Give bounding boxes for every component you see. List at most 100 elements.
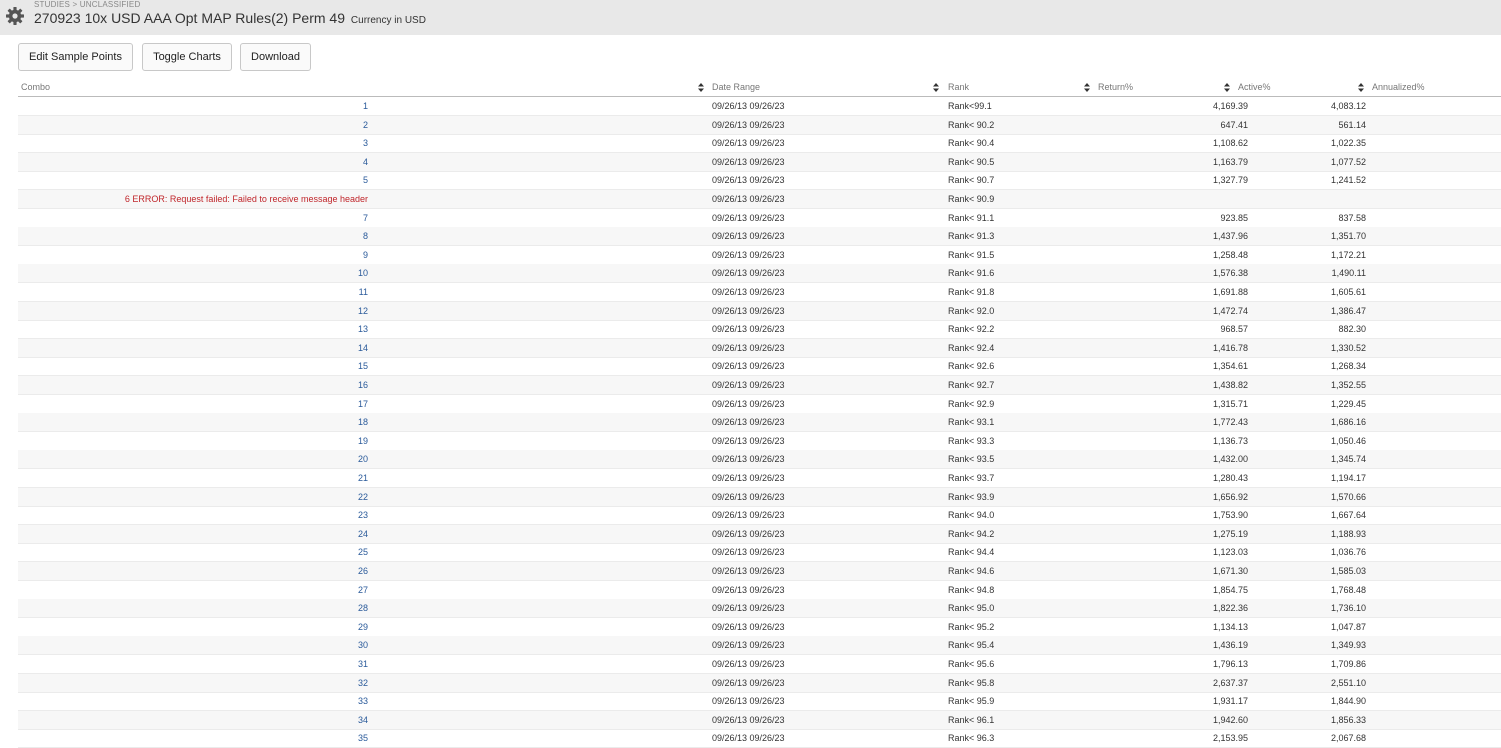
table-row[interactable]: 13 09/26/13 09/26/23 Rank< 92.2 968.57 882.3… — [18, 320, 1501, 340]
sort-icon[interactable] — [1358, 83, 1364, 92]
combo-link[interactable]: 14 — [18, 343, 368, 353]
date-range-cell: 09/26/13 09/26/23 — [712, 268, 785, 279]
combo-link[interactable]: 27 — [18, 585, 368, 595]
sort-icon[interactable] — [1224, 83, 1230, 92]
active-cell: 1,352.55 — [1330, 380, 1366, 390]
combo-link[interactable]: 35 — [18, 733, 368, 743]
combo-link[interactable]: 26 — [18, 566, 368, 576]
return-cell: 2,153.95 — [1212, 733, 1248, 744]
combo-link[interactable]: 15 — [18, 361, 368, 371]
breadcrumb[interactable]: STUDIES > UNCLASSIFIED — [34, 0, 140, 9]
table-row[interactable]: 11 09/26/13 09/26/23 Rank< 91.8 1,691.88 1,6… — [18, 283, 1501, 302]
table-row[interactable]: 35 09/26/13 09/26/23 Rank< 96.3 2,153.95 2,0… — [18, 729, 1501, 748]
column-header-active[interactable]: Active% — [1238, 82, 1271, 92]
column-header-rank[interactable]: Rank — [948, 82, 969, 92]
table-row[interactable]: 16 09/26/13 09/26/23 Rank< 92.7 1,438.82 1,3… — [18, 376, 1501, 395]
combo-link[interactable]: 10 — [18, 268, 368, 278]
table-row[interactable]: 9 09/26/13 09/26/23 Rank< 91.5 1,258.48 1,17… — [18, 246, 1501, 265]
combo-link[interactable]: 33 — [18, 696, 368, 706]
table-row[interactable]: 5 09/26/13 09/26/23 Rank< 90.7 1,327.79 1,24… — [18, 171, 1501, 191]
combo-link[interactable]: 20 — [18, 454, 368, 464]
combo-link[interactable]: 29 — [18, 622, 368, 632]
rank-cell: Rank< 96.3 — [948, 733, 995, 744]
combo-link[interactable]: 22 — [18, 492, 368, 502]
column-header-combo[interactable]: Combo — [21, 82, 50, 92]
combo-link[interactable]: 9 — [18, 250, 368, 260]
column-header-date-range[interactable]: Date Range — [712, 82, 760, 92]
table-row[interactable]: 33 09/26/13 09/26/23 Rank< 95.9 1,931.17 1,8… — [18, 692, 1501, 712]
table-row[interactable]: 18 09/26/13 09/26/23 Rank< 93.1 1,772.43 1,6… — [18, 413, 1501, 433]
table-row[interactable]: 20 09/26/13 09/26/23 Rank< 93.5 1,432.00 1,3… — [18, 450, 1501, 470]
table-row[interactable]: 4 09/26/13 09/26/23 Rank< 90.5 1,163.79 1,07… — [18, 152, 1501, 172]
table-row[interactable]: 12 09/26/13 09/26/23 Rank< 92.0 1,472.74 1,3… — [18, 301, 1501, 321]
column-header-return[interactable]: Return% — [1098, 82, 1133, 92]
active-cell: 1,570.66 — [1330, 491, 1366, 502]
active-cell: 1,330.52 — [1330, 342, 1366, 353]
combo-link[interactable]: 31 — [18, 659, 368, 669]
combo-link[interactable]: 34 — [18, 715, 368, 725]
download-button[interactable]: Download — [240, 43, 311, 71]
combo-link[interactable]: 8 — [18, 231, 368, 241]
active-cell: 1,736.10 — [1330, 603, 1366, 614]
date-range-cell: 09/26/13 09/26/23 — [712, 510, 785, 521]
combo-link[interactable]: 2 — [18, 120, 368, 130]
sort-icon[interactable] — [698, 83, 704, 92]
combo-link[interactable]: 28 — [18, 603, 368, 613]
table-row[interactable]: 25 09/26/13 09/26/23 Rank< 94.4 1,123.03 1,0… — [18, 543, 1501, 563]
combo-link[interactable]: 24 — [18, 529, 368, 539]
table-row[interactable]: 1 09/26/13 09/26/23 Rank<99.1 4,169.39 4,083… — [18, 97, 1501, 116]
table-row[interactable]: 22 09/26/13 09/26/23 Rank< 93.9 1,656.92 1,5… — [18, 487, 1501, 507]
table-row[interactable]: 3 09/26/13 09/26/23 Rank< 90.4 1,108.62 1,02… — [18, 134, 1501, 154]
combo-link[interactable]: 18 — [18, 417, 368, 427]
page-title: 270923 10x USD AAA Opt MAP Rules(2) Perm… — [34, 10, 426, 26]
active-cell: 1,709.86 — [1330, 659, 1366, 669]
return-cell: 1,438.82 — [1212, 380, 1248, 390]
sort-icon[interactable] — [1084, 83, 1090, 92]
table-row[interactable]: 14 09/26/13 09/26/23 Rank< 92.4 1,416.78 1,3… — [18, 338, 1501, 358]
combo-link[interactable]: 3 — [18, 138, 368, 148]
table-row[interactable]: 19 09/26/13 09/26/23 Rank< 93.3 1,136.73 1,0… — [18, 432, 1501, 451]
table-row[interactable]: 28 09/26/13 09/26/23 Rank< 95.0 1,822.36 1,7… — [18, 599, 1501, 619]
sort-icon[interactable] — [933, 83, 939, 92]
combo-link[interactable]: 16 — [18, 380, 368, 390]
active-cell: 1,047.87 — [1330, 621, 1366, 632]
combo-link[interactable]: 13 — [18, 324, 368, 334]
combo-link[interactable]: 12 — [18, 306, 368, 316]
table-row[interactable]: 32 09/26/13 09/26/23 Rank< 95.8 2,637.37 2,5… — [18, 673, 1501, 693]
combo-link[interactable]: 17 — [18, 399, 368, 409]
combo-link[interactable]: 23 — [18, 510, 368, 520]
combo-link[interactable]: 19 — [18, 436, 368, 446]
table-row[interactable]: 29 09/26/13 09/26/23 Rank< 95.2 1,134.13 1,0… — [18, 618, 1501, 637]
table-row[interactable]: 34 09/26/13 09/26/23 Rank< 96.1 1,942.60 1,8… — [18, 710, 1501, 730]
combo-link[interactable]: 30 — [18, 640, 368, 650]
combo-link[interactable]: 11 — [18, 287, 368, 297]
table-row[interactable]: 23 09/26/13 09/26/23 Rank< 94.0 1,753.90 1,6… — [18, 506, 1501, 526]
combo-link[interactable]: 32 — [18, 678, 368, 688]
column-header-annualized[interactable]: Annualized% — [1372, 82, 1425, 92]
table-row[interactable]: 10 09/26/13 09/26/23 Rank< 91.6 1,576.38 1,4… — [18, 264, 1501, 284]
table-row[interactable]: 31 09/26/13 09/26/23 Rank< 95.6 1,796.13 1,7… — [18, 655, 1501, 674]
combo-link[interactable]: 21 — [18, 473, 368, 483]
table-row[interactable]: 30 09/26/13 09/26/23 Rank< 95.4 1,436.19 1,3… — [18, 636, 1501, 656]
table-row[interactable]: 2 09/26/13 09/26/23 Rank< 90.2 647.41 561.14 — [18, 115, 1501, 135]
rank-cell: Rank< 95.8 — [948, 677, 995, 688]
table-row[interactable]: 15 09/26/13 09/26/23 Rank< 92.6 1,354.61 1,2… — [18, 357, 1501, 377]
table-row[interactable]: 6 ERROR: Request failed: Failed to recei… — [18, 190, 1501, 209]
table-row[interactable]: 17 09/26/13 09/26/23 Rank< 92.9 1,315.71 1,2… — [18, 395, 1501, 414]
active-cell: 1,686.16 — [1330, 417, 1366, 428]
edit-sample-points-button[interactable]: Edit Sample Points — [18, 43, 133, 71]
combo-link[interactable]: 25 — [18, 547, 368, 557]
table-row[interactable]: 26 09/26/13 09/26/23 Rank< 94.6 1,671.30 1,5… — [18, 562, 1501, 581]
date-range-cell: 09/26/13 09/26/23 — [712, 547, 785, 558]
combo-link[interactable]: 5 — [18, 175, 368, 185]
table-row[interactable]: 21 09/26/13 09/26/23 Rank< 93.7 1,280.43 1,1… — [18, 469, 1501, 488]
table-row[interactable]: 8 09/26/13 09/26/23 Rank< 91.3 1,437.96 1,35… — [18, 227, 1501, 247]
table-row[interactable]: 24 09/26/13 09/26/23 Rank< 94.2 1,275.19 1,1… — [18, 524, 1501, 544]
toggle-charts-button[interactable]: Toggle Charts — [142, 43, 232, 71]
gear-icon[interactable] — [5, 6, 25, 26]
combo-link[interactable]: 4 — [18, 157, 368, 167]
table-row[interactable]: 7 09/26/13 09/26/23 Rank< 91.1 923.85 837.58 — [18, 209, 1501, 228]
table-row[interactable]: 27 09/26/13 09/26/23 Rank< 94.8 1,854.75 1,7… — [18, 581, 1501, 600]
combo-link[interactable]: 1 — [18, 101, 368, 111]
combo-link[interactable]: 7 — [18, 213, 368, 223]
